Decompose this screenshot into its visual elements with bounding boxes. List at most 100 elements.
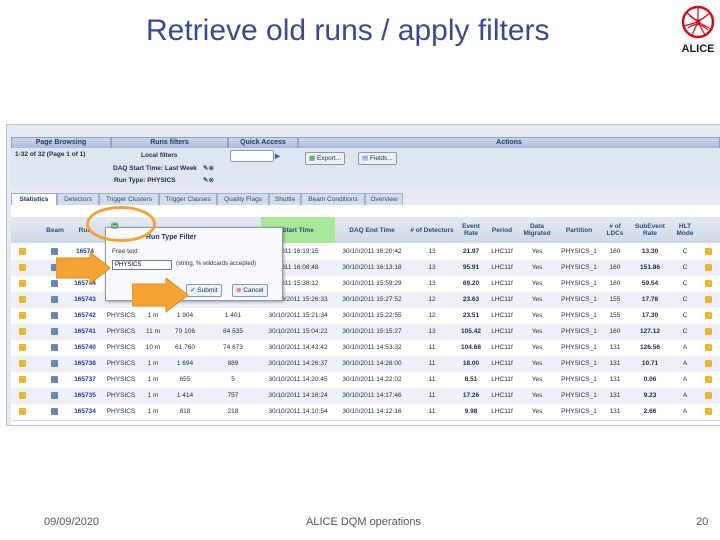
col-daq-end-header[interactable]: DAQ End Time bbox=[335, 217, 410, 243]
cell-ldc: 160 bbox=[609, 328, 621, 335]
cell-run[interactable]: 165737 bbox=[69, 372, 101, 388]
fields-button[interactable]: ▤ Fields... bbox=[358, 152, 397, 165]
cell-period: LHC11f bbox=[491, 360, 513, 367]
cell-period: LHC11f bbox=[491, 312, 513, 319]
cell-end: 30/10/2011 14:28:00 bbox=[342, 360, 402, 367]
cell-ev: 95.91 bbox=[462, 264, 480, 271]
cell-part: PHYSICS_1 bbox=[561, 392, 597, 399]
col-event-rate-header[interactable]: Event Rate bbox=[455, 217, 488, 243]
cell-start: 30/10/2011 14:16:24 bbox=[268, 392, 328, 399]
cell-period: LHC11f bbox=[491, 296, 513, 303]
cell-n1: 1 694 bbox=[176, 360, 194, 367]
cell-n2: 5 bbox=[231, 376, 235, 383]
cell-type: PHYSICS bbox=[106, 328, 136, 335]
cell-hlt: C bbox=[682, 296, 688, 303]
cell-ev: 23.51 bbox=[462, 312, 480, 319]
row-details-icon[interactable] bbox=[19, 312, 26, 319]
quick-access-input[interactable] bbox=[230, 150, 274, 162]
cell-dur: 1 m bbox=[147, 408, 159, 415]
row-details-icon[interactable] bbox=[19, 328, 26, 335]
cell-type: PHYSICS bbox=[106, 344, 136, 351]
cell-run[interactable]: 165741 bbox=[69, 324, 101, 340]
local-filters-label: Local filters bbox=[141, 152, 178, 159]
edit-filter-icon[interactable]: ✎⊗ bbox=[203, 176, 214, 184]
row-details-icon[interactable] bbox=[19, 344, 26, 351]
cell-run[interactable]: 165735 bbox=[69, 388, 101, 404]
cell-start: 30/10/2011 14:10:54 bbox=[268, 408, 328, 415]
daq-start-filter: DAQ Start Time: Last Week bbox=[113, 165, 197, 172]
col-hlt-mode-header[interactable]: HLT Mode bbox=[671, 217, 700, 243]
row-action-icon[interactable] bbox=[705, 360, 712, 367]
table-row[interactable]: 165742 PHYSICS 1 m1 904 1 401 30/10/2011 15:… bbox=[11, 308, 720, 325]
row-action-icon[interactable] bbox=[705, 392, 712, 399]
row-details-icon[interactable] bbox=[19, 392, 26, 399]
cell-run[interactable]: 165734 bbox=[69, 404, 101, 420]
row-action-icon[interactable] bbox=[705, 328, 712, 335]
cell-part: PHYSICS_1 bbox=[561, 328, 597, 335]
cell-run[interactable]: 165742 bbox=[69, 308, 101, 324]
edit-filter-icon[interactable]: ✎⊗ bbox=[203, 164, 214, 172]
cell-run[interactable]: 165740 bbox=[69, 340, 101, 356]
row-action-icon[interactable] bbox=[705, 248, 712, 255]
table-row[interactable]: 165741 PHYSICS 11 m 70 106 84 535 30/10/2011 … bbox=[11, 324, 720, 341]
cell-det: 11 bbox=[428, 408, 436, 415]
col-ldcs-header[interactable]: # of LDCs bbox=[601, 217, 630, 243]
col-partition-header[interactable]: Partition bbox=[557, 217, 602, 243]
table-row[interactable]: 165734 PHYSICS 1 m 818 218 30/10/2011 14:10:5… bbox=[11, 404, 720, 421]
row-details-icon[interactable] bbox=[19, 408, 26, 415]
row-action-icon[interactable] bbox=[705, 408, 712, 415]
cell-end: 30/10/2011 14:53:32 bbox=[342, 344, 402, 351]
cell-sub: 59.54 bbox=[641, 280, 659, 287]
cell-sub: 17.30 bbox=[641, 312, 659, 319]
cell-det: 13 bbox=[428, 280, 436, 287]
table-row[interactable]: 165735 PHYSICS 1 m 1 414 757 30/10/2011 14:16… bbox=[11, 388, 720, 405]
cell-end: 30/10/2011 15:15:27 bbox=[342, 328, 402, 335]
col-detectors-header[interactable]: # of Detectors bbox=[409, 217, 456, 243]
cell-period: LHC11f bbox=[491, 328, 513, 335]
row-details-icon[interactable] bbox=[19, 376, 26, 383]
row-details-icon[interactable] bbox=[19, 296, 26, 303]
col-subevent-rate-header[interactable]: SubEvent Rate bbox=[629, 217, 672, 243]
arrow-to-submit bbox=[132, 278, 189, 314]
row-action-icon[interactable] bbox=[705, 312, 712, 319]
go-arrow-icon[interactable]: ▶ bbox=[275, 152, 280, 160]
cell-hlt: C bbox=[682, 328, 688, 335]
table-row[interactable]: 165738 PHYSICS 1 m 1 694 889 30/10/2011 14:26… bbox=[11, 356, 720, 373]
row-details-icon[interactable] bbox=[19, 280, 26, 287]
export-button[interactable]: ▦ Export... bbox=[305, 152, 346, 165]
row-action-icon[interactable] bbox=[705, 376, 712, 383]
cell-part: PHYSICS_1 bbox=[561, 280, 597, 287]
logo-text: ALICE bbox=[682, 43, 715, 55]
table-row[interactable]: 165737 PHYSICS 1 m 655 5 30/10/2011 14:20:45 3… bbox=[11, 372, 720, 389]
cell-end: 30/10/2011 16:13:18 bbox=[342, 264, 402, 271]
cell-hlt: C bbox=[682, 312, 688, 319]
cell-mig: Yes bbox=[531, 264, 543, 271]
cell-det: 13 bbox=[428, 328, 436, 335]
cell-det: 13 bbox=[428, 248, 436, 255]
row-details-icon[interactable] bbox=[19, 360, 26, 367]
cell-ev: 105.42 bbox=[461, 328, 481, 335]
row-action-icon[interactable] bbox=[705, 280, 712, 287]
cell-end: 30/10/2011 15:27:52 bbox=[342, 296, 402, 303]
highlight-circle bbox=[86, 206, 156, 242]
submit-button[interactable]: ✔ Submit bbox=[186, 284, 222, 297]
row-details-icon[interactable] bbox=[19, 248, 26, 255]
table-row[interactable]: 165740 PHYSICS 10 m 61 760 74 673 30/10/2011 … bbox=[11, 340, 720, 357]
col-beam-header[interactable]: Beam bbox=[41, 217, 70, 243]
row-action-icon[interactable] bbox=[705, 344, 712, 351]
col-period-header[interactable]: Period bbox=[487, 217, 518, 243]
cell-run[interactable]: 165743 bbox=[69, 292, 101, 308]
row-action-icon[interactable] bbox=[705, 264, 712, 271]
row-details-icon[interactable] bbox=[19, 264, 26, 271]
cell-part: PHYSICS_1 bbox=[561, 408, 597, 415]
wildcard-hint: (string, % wildcards accepted) bbox=[176, 261, 257, 267]
row-action-icon[interactable] bbox=[705, 296, 712, 303]
cell-run[interactable]: 165738 bbox=[69, 356, 101, 372]
cancel-button[interactable]: ⊗ Cancel bbox=[232, 284, 268, 297]
cell-ldc: 131 bbox=[609, 360, 621, 367]
col-data-migrated-header[interactable]: Data Migrated bbox=[517, 217, 558, 243]
slide-title: Retrieve old runs / apply filters bbox=[146, 14, 550, 47]
cell-det: 12 bbox=[428, 312, 436, 319]
run-type-input[interactable]: PHYSICS bbox=[112, 260, 172, 270]
cell-ev: 21.97 bbox=[462, 248, 480, 255]
